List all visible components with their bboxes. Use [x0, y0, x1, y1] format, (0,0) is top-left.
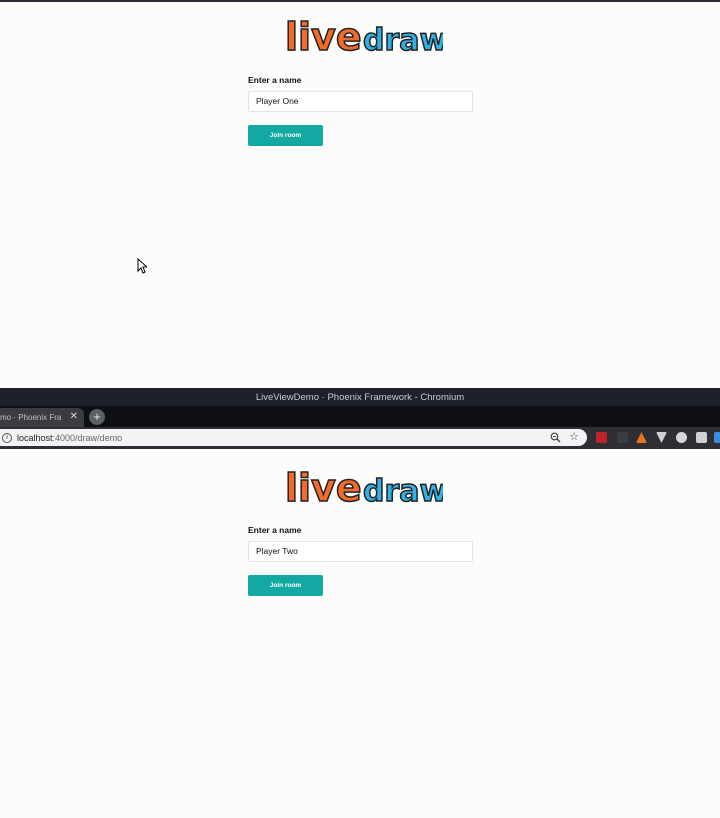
puzzle-icon[interactable]: [696, 432, 707, 443]
logo-word-draw: draw: [363, 23, 443, 58]
name-label: Enter a name: [248, 525, 302, 535]
tab-close-icon[interactable]: ✕: [70, 412, 78, 422]
logo-graphic: live draw: [284, 14, 443, 58]
logo-word-live: live: [285, 466, 362, 509]
logo-word-draw: draw: [363, 474, 443, 509]
spider-icon[interactable]: [676, 432, 687, 443]
join-form: Enter a name Player One Join room: [248, 74, 474, 146]
name-label: Enter a name: [248, 75, 302, 85]
live-draw-logo: live draw: [283, 465, 443, 509]
tab-title: mo · Phoenix Fra: [0, 413, 62, 422]
extension-icon[interactable]: [617, 432, 628, 443]
tab-strip: mo · Phoenix Fra ✕ +: [0, 406, 720, 427]
live-draw-logo: live draw: [283, 14, 443, 58]
zoom-icon[interactable]: [550, 432, 561, 443]
site-info-icon[interactable]: i: [2, 432, 12, 443]
window-titlebar: LiveViewDemo · Phoenix Framework - Chrom…: [0, 388, 720, 406]
name-input[interactable]: Player One: [248, 91, 473, 112]
logo-graphic: live draw: [284, 465, 443, 509]
player-two-window: LiveViewDemo · Phoenix Framework - Chrom…: [0, 388, 720, 818]
player-one-window: live draw Enter a name Player One Join r…: [0, 0, 720, 388]
address-bar[interactable]: i localhost:4000/draw/demo ☆: [0, 429, 587, 446]
ublock-icon[interactable]: [596, 432, 607, 443]
profile-icon[interactable]: [714, 432, 720, 443]
join-form: Enter a name Player Two Join room: [248, 524, 474, 596]
join-page: live draw Enter a name Player One Join r…: [0, 2, 720, 388]
browser-toolbar: i localhost:4000/draw/demo ☆: [0, 427, 720, 449]
vue-devtools-icon[interactable]: [656, 432, 667, 443]
url-host: localhost: [17, 432, 53, 443]
join-room-button[interactable]: Join room: [248, 125, 323, 146]
fox-icon[interactable]: [636, 432, 647, 443]
bookmark-star-icon[interactable]: ☆: [569, 430, 579, 444]
url-path: :4000/draw/demo: [52, 432, 123, 443]
name-input[interactable]: Player Two: [248, 541, 473, 562]
new-tab-button[interactable]: +: [89, 409, 105, 425]
logo-word-live: live: [285, 15, 362, 58]
join-room-button[interactable]: Join room: [248, 575, 323, 596]
mouse-cursor-icon: [137, 258, 147, 274]
join-page: live draw Enter a name Player Two Join r…: [0, 449, 720, 818]
browser-tab[interactable]: mo · Phoenix Fra ✕: [0, 408, 84, 427]
